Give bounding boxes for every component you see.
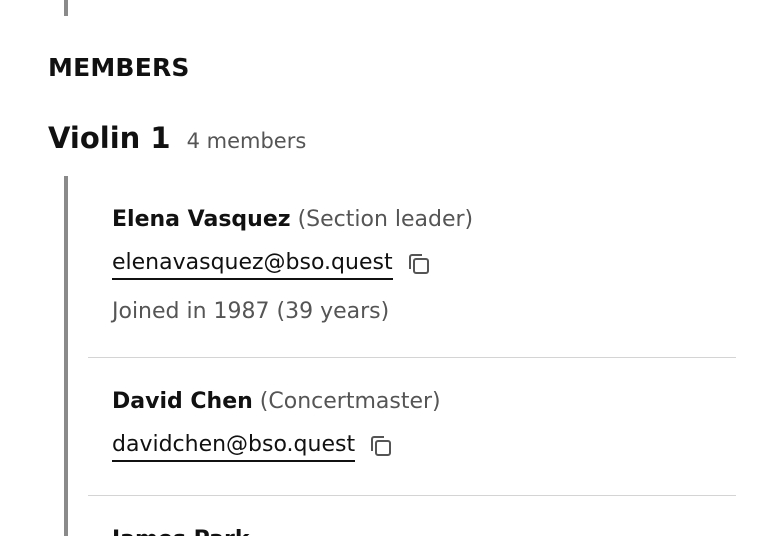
member-role: (Section leader) [297, 207, 474, 232]
member-name-line: David Chen (Concertmaster) [112, 386, 441, 418]
group-title: Violin 1 [48, 121, 171, 155]
member-card: James Park [88, 496, 736, 536]
member-role: (Concertmaster) [259, 389, 441, 414]
member-card: Elena Vasquez (Section leader) elenavasq… [88, 176, 736, 358]
copy-icon[interactable] [405, 250, 433, 278]
member-name: Elena Vasquez [112, 207, 291, 232]
member-list: Elena Vasquez (Section leader) elenavasq… [64, 176, 736, 536]
group-member-count: 4 members [186, 129, 307, 153]
member-email-line: elenavasquez@bso.quest [112, 248, 433, 280]
member-name: David Chen [112, 389, 253, 414]
member-name: James Park [112, 527, 250, 536]
member-email-link[interactable]: elenavasquez@bso.quest [112, 248, 393, 280]
member-email-link[interactable]: davidchen@bso.quest [112, 430, 356, 462]
copy-icon[interactable] [367, 432, 395, 460]
previous-section-rule [64, 0, 68, 16]
member-card: David Chen (Concertmaster) davidchen@bso… [88, 358, 736, 496]
member-email-line: davidchen@bso.quest [112, 430, 395, 462]
member-name-line: Elena Vasquez (Section leader) [112, 204, 473, 236]
members-page: MEMBERS Violin 1 4 members Elena Vasquez… [0, 0, 780, 536]
group-header: Violin 1 4 members [48, 120, 306, 159]
members-heading: MEMBERS [48, 53, 190, 82]
member-joined: Joined in 1987 (39 years) [112, 299, 390, 324]
member-name-line: James Park [112, 524, 250, 536]
